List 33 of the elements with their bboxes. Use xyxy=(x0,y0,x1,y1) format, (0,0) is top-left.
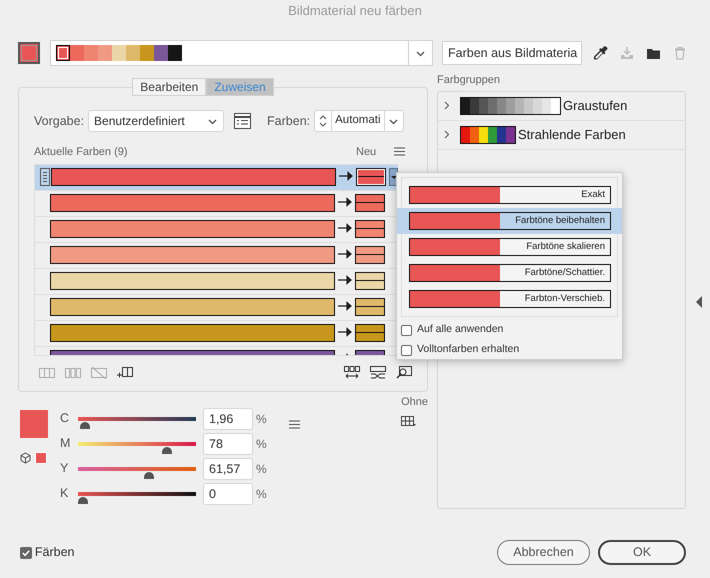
list-heading: Aktuelle Farben (9) xyxy=(34,144,129,160)
value-field[interactable]: 78 xyxy=(203,432,253,454)
window-title: Bildmaterial neu färben xyxy=(287,2,423,20)
value-field[interactable]: 61,57 xyxy=(203,458,253,480)
section-label: Farbgruppen xyxy=(437,73,501,88)
channel-label: K xyxy=(60,485,70,502)
colors-label: Farben: xyxy=(267,112,310,130)
preset-label: Vorgabe: xyxy=(34,112,84,130)
value-field[interactable]: 0 xyxy=(203,482,253,504)
column-heading: Neu xyxy=(356,144,376,160)
unit-label: % xyxy=(256,460,267,478)
value-field[interactable]: 1,96 xyxy=(203,408,253,430)
cancel-button[interactable]: Abbrechen xyxy=(497,540,590,565)
channel-label: C xyxy=(60,410,70,428)
unit-label: % xyxy=(256,486,267,502)
group-name: Graustufen xyxy=(563,96,628,115)
group-name: Strahlende Farben xyxy=(518,126,626,144)
unit-label: % xyxy=(256,410,267,428)
channel-label: Y xyxy=(60,460,70,478)
checkbox-label: Volltonfarben erhalten xyxy=(417,342,520,358)
group-name-field[interactable]: Farben aus Bildmateria xyxy=(442,41,582,65)
checkbox-label: Färben xyxy=(34,544,74,562)
colors-count-dropdown[interactable]: Automati xyxy=(314,110,404,132)
tab[interactable]: Bearbeiten xyxy=(132,78,206,96)
checkbox-label: Auf alle anwenden xyxy=(417,322,504,338)
unit-label: % xyxy=(256,436,267,452)
channel-label: M xyxy=(60,435,72,452)
menu-item[interactable]: Farbtöne beibehalten xyxy=(397,208,622,234)
none-label: Ohne xyxy=(401,395,428,410)
ok-button[interactable]: OK xyxy=(598,540,686,565)
color-group-row[interactable]: Strahlende Farben xyxy=(438,120,685,150)
preset-dropdown[interactable]: Benutzerdefiniert xyxy=(88,110,224,132)
color-group-row[interactable]: Graustufen xyxy=(438,92,685,120)
